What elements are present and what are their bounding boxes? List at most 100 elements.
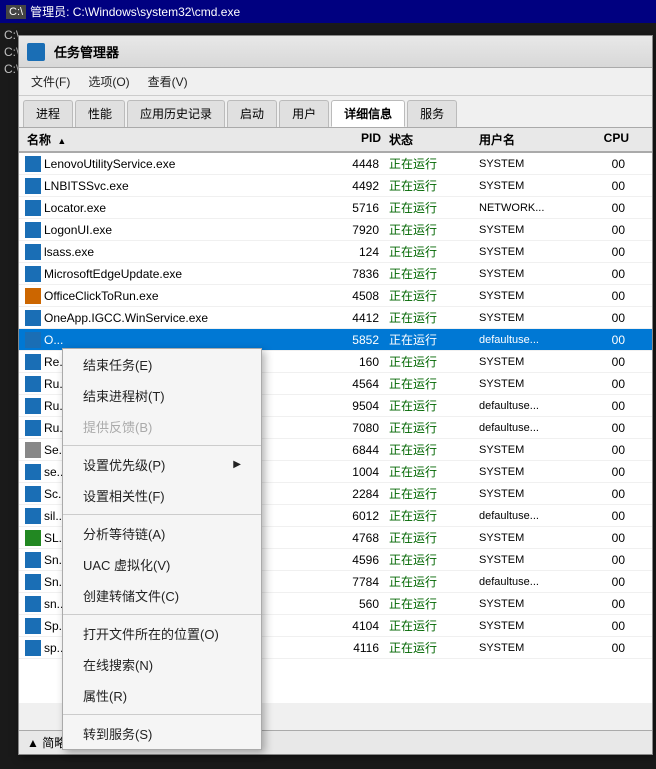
col-header-pid[interactable]: PID — [319, 131, 389, 148]
ctx-menu-item[interactable]: 打开文件所在的位置(O) — [63, 618, 261, 649]
proc-cpu: 00 — [579, 553, 629, 567]
proc-cpu: 00 — [579, 333, 629, 347]
table-row[interactable]: MicrosoftEdgeUpdate.exe 7836 正在运行 SYSTEM… — [19, 263, 652, 285]
cmd-titlebar: C:\ 管理员: C:\Windows\system32\cmd.exe — [0, 0, 656, 23]
ctx-separator — [63, 714, 261, 715]
ctx-menu-item[interactable]: 分析等待链(A) — [63, 518, 261, 549]
proc-status: 正在运行 — [389, 617, 479, 634]
proc-pid: 6844 — [319, 443, 389, 457]
proc-pid: 4412 — [319, 311, 389, 325]
taskmgr-icon — [27, 43, 45, 61]
proc-cpu: 00 — [579, 597, 629, 611]
proc-status: 正在运行 — [389, 595, 479, 612]
proc-cpu: 00 — [579, 355, 629, 369]
proc-pid: 1004 — [319, 465, 389, 479]
tab-process[interactable]: 进程 — [23, 100, 73, 127]
proc-name-cell: MicrosoftEdgeUpdate.exe — [19, 266, 319, 282]
proc-icon — [25, 574, 41, 590]
table-row[interactable]: LenovoUtilityService.exe 4448 正在运行 SYSTE… — [19, 153, 652, 175]
proc-name: Locator.exe — [44, 201, 106, 215]
proc-icon — [25, 244, 41, 260]
proc-user: SYSTEM — [479, 180, 579, 192]
col-header-status[interactable]: 状态 — [389, 131, 479, 148]
proc-user: SYSTEM — [479, 224, 579, 236]
tab-services[interactable]: 服务 — [407, 100, 457, 127]
tab-startup[interactable]: 启动 — [227, 100, 277, 127]
proc-cpu: 00 — [579, 509, 629, 523]
proc-icon — [25, 508, 41, 524]
tab-app-history[interactable]: 应用历史记录 — [127, 100, 225, 127]
tab-details[interactable]: 详细信息 — [331, 100, 405, 127]
proc-user: defaultuse... — [479, 334, 579, 346]
proc-name: LNBITSSvc.exe — [44, 179, 129, 193]
proc-status: 正在运行 — [389, 397, 479, 414]
table-row[interactable]: Locator.exe 5716 正在运行 NETWORK... 00 — [19, 197, 652, 219]
ctx-separator — [63, 514, 261, 515]
proc-user: SYSTEM — [479, 356, 579, 368]
table-row[interactable]: LogonUI.exe 7920 正在运行 SYSTEM 00 — [19, 219, 652, 241]
proc-icon — [25, 222, 41, 238]
submenu-arrow: ▶ — [233, 459, 241, 470]
table-row[interactable]: OfficeClickToRun.exe 4508 正在运行 SYSTEM 00 — [19, 285, 652, 307]
proc-user: SYSTEM — [479, 312, 579, 324]
proc-pid: 160 — [319, 355, 389, 369]
proc-icon — [25, 200, 41, 216]
proc-icon — [25, 310, 41, 326]
proc-name: O... — [44, 333, 63, 347]
proc-pid: 4104 — [319, 619, 389, 633]
proc-cpu: 00 — [579, 223, 629, 237]
menu-view[interactable]: 查看(V) — [140, 70, 196, 93]
proc-status: 正在运行 — [389, 573, 479, 590]
ctx-menu-item[interactable]: 结束任务(E) — [63, 349, 261, 380]
proc-name-cell: LenovoUtilityService.exe — [19, 156, 319, 172]
proc-status: 正在运行 — [389, 287, 479, 304]
col-header-cpu[interactable]: CPU — [579, 131, 629, 148]
proc-status: 正在运行 — [389, 529, 479, 546]
proc-cpu: 00 — [579, 377, 629, 391]
proc-icon — [25, 596, 41, 612]
proc-pid: 7080 — [319, 421, 389, 435]
proc-icon — [25, 354, 41, 370]
ctx-menu-item[interactable]: 属性(R) — [63, 680, 261, 711]
col-header-user[interactable]: 用户名 — [479, 131, 579, 148]
proc-cpu: 00 — [579, 641, 629, 655]
tab-users[interactable]: 用户 — [279, 100, 329, 127]
proc-cpu: 00 — [579, 311, 629, 325]
proc-user: SYSTEM — [479, 444, 579, 456]
proc-user: SYSTEM — [479, 246, 579, 258]
proc-pid: 4116 — [319, 641, 389, 655]
menu-file[interactable]: 文件(F) — [23, 70, 78, 93]
proc-pid: 4508 — [319, 289, 389, 303]
proc-name: LenovoUtilityService.exe — [44, 157, 175, 171]
ctx-menu-item[interactable]: 转到服务(S) — [63, 718, 261, 749]
col-header-name[interactable]: 名称 ▲ — [19, 131, 319, 148]
ctx-menu-item[interactable]: 在线搜索(N) — [63, 649, 261, 680]
ctx-menu-item[interactable]: UAC 虚拟化(V) — [63, 549, 261, 580]
proc-status: 正在运行 — [389, 551, 479, 568]
ctx-menu-item[interactable]: 创建转储文件(C) — [63, 580, 261, 611]
proc-icon — [25, 178, 41, 194]
proc-status: 正在运行 — [389, 507, 479, 524]
proc-status: 正在运行 — [389, 177, 479, 194]
tab-performance[interactable]: 性能 — [75, 100, 125, 127]
menu-options[interactable]: 选项(O) — [80, 70, 137, 93]
proc-icon — [25, 156, 41, 172]
proc-cpu: 00 — [579, 443, 629, 457]
proc-pid: 7920 — [319, 223, 389, 237]
proc-name: LogonUI.exe — [44, 223, 112, 237]
proc-status: 正在运行 — [389, 463, 479, 480]
table-row[interactable]: OneApp.IGCC.WinService.exe 4412 正在运行 SYS… — [19, 307, 652, 329]
ctx-menu-item[interactable]: 设置优先级(P)▶ — [63, 449, 261, 480]
ctx-menu-item: 提供反馈(B) — [63, 411, 261, 442]
proc-user: SYSTEM — [479, 642, 579, 654]
ctx-menu-item[interactable]: 设置相关性(F) — [63, 480, 261, 511]
proc-icon — [25, 618, 41, 634]
table-row[interactable]: lsass.exe 124 正在运行 SYSTEM 00 — [19, 241, 652, 263]
proc-pid: 7784 — [319, 575, 389, 589]
proc-icon — [25, 288, 41, 304]
proc-name: OfficeClickToRun.exe — [44, 289, 159, 303]
proc-cpu: 00 — [579, 157, 629, 171]
table-row[interactable]: LNBITSSvc.exe 4492 正在运行 SYSTEM 00 — [19, 175, 652, 197]
proc-icon — [25, 420, 41, 436]
ctx-menu-item[interactable]: 结束进程树(T) — [63, 380, 261, 411]
